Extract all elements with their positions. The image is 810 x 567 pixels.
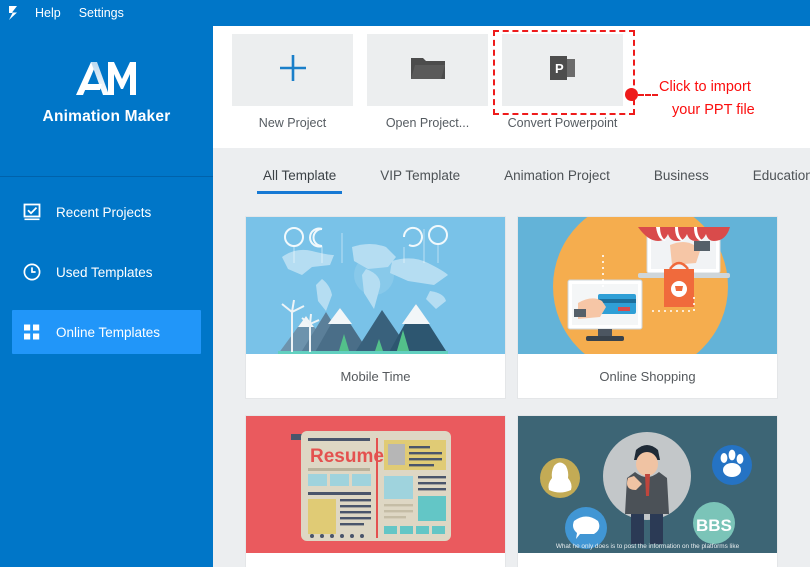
- action-label: Convert Powerpoint: [507, 116, 618, 130]
- brand: Animation Maker: [0, 58, 213, 126]
- svg-text:Resume: Resume: [310, 446, 384, 467]
- svg-text:BBS: BBS: [696, 516, 732, 535]
- brand-name: Animation Maker: [42, 108, 171, 125]
- action-label: New Project: [258, 116, 327, 130]
- template-card-social[interactable]: BBS What he only does is to post the inf…: [518, 416, 777, 567]
- folder-icon: [409, 52, 447, 89]
- template-row: Resume BBS What he only does is to post …: [246, 416, 810, 567]
- template-title: Mobile Time: [340, 368, 411, 384]
- clock-icon: [22, 261, 52, 283]
- brand-logo-icon: [0, 58, 213, 98]
- annotation-line-2: your PPT file: [672, 102, 755, 118]
- convert-powerpoint-action[interactable]: P Convert Powerpoint: [502, 34, 623, 130]
- sidebar-nav: Recent Projects Used Templates Online Te…: [0, 190, 213, 370]
- plus-icon: [275, 50, 311, 91]
- menu-item-settings[interactable]: Settings: [70, 0, 133, 26]
- template-title: Online Shopping: [599, 368, 696, 384]
- tab-vip-template[interactable]: VIP Template: [358, 148, 482, 202]
- tab-education[interactable]: Education: [731, 148, 810, 202]
- sidebar-item-used-templates[interactable]: Used Templates: [12, 250, 201, 294]
- sidebar-item-online-templates[interactable]: Online Templates: [12, 310, 201, 354]
- tab-animation-project[interactable]: Animation Project: [482, 148, 632, 202]
- tab-business[interactable]: Business: [632, 148, 731, 202]
- annotation-text: Click to import your PPT file: [659, 76, 755, 122]
- annotation-line-1: Click to import: [659, 79, 751, 95]
- svg-text:P: P: [555, 61, 564, 76]
- template-grid: Mobile Time Online Shopping Resume BBS W…: [213, 202, 810, 567]
- new-project-tile[interactable]: [232, 34, 353, 106]
- new-project-action[interactable]: New Project: [232, 34, 353, 130]
- template-thumbnail: BBS What he only does is to post the inf…: [518, 416, 777, 553]
- grid-squares-icon: [22, 321, 52, 343]
- sidebar-item-label: Used Templates: [56, 264, 153, 280]
- sidebar-item-label: Recent Projects: [56, 204, 152, 220]
- open-project-tile[interactable]: [367, 34, 488, 106]
- action-bar: New Project Open Project... P Convert Po…: [213, 26, 810, 148]
- template-title: [518, 553, 777, 567]
- checkbox-check-icon: [22, 201, 52, 223]
- action-label: Open Project...: [385, 116, 470, 130]
- sidebar-item-recent-projects[interactable]: Recent Projects: [12, 190, 201, 234]
- convert-powerpoint-tile[interactable]: P: [502, 34, 623, 106]
- main-content: New Project Open Project... P Convert Po…: [213, 26, 810, 567]
- template-thumbnail: [246, 217, 505, 354]
- open-project-action[interactable]: Open Project...: [367, 34, 488, 130]
- template-thumbnail: Resume: [246, 416, 505, 553]
- powerpoint-icon: P: [546, 52, 580, 89]
- template-thumbnail: [518, 217, 777, 354]
- tab-all-template[interactable]: All Template: [241, 148, 358, 202]
- sidebar-divider: [0, 176, 213, 177]
- template-title: [246, 553, 505, 567]
- template-row: Mobile Time Online Shopping: [246, 217, 810, 398]
- annotation-dot: [625, 88, 638, 101]
- flag-arrow-icon[interactable]: [0, 0, 26, 26]
- template-card-resume[interactable]: Resume: [246, 416, 505, 567]
- menu-item-help[interactable]: Help: [26, 0, 70, 26]
- menu-bar: Help Settings: [0, 0, 810, 26]
- sidebar-item-label: Online Templates: [56, 324, 161, 340]
- annotation-connector: [638, 94, 658, 96]
- template-caption: What he only does is to post the informa…: [555, 543, 740, 550]
- template-tabs: All Template VIP Template Animation Proj…: [213, 148, 810, 202]
- template-card-mobile-time[interactable]: Mobile Time: [246, 217, 505, 398]
- application-window: Animation Maker Recent Projects Used Tem…: [0, 0, 810, 567]
- template-card-online-shopping[interactable]: Online Shopping: [518, 217, 777, 398]
- sidebar: Animation Maker Recent Projects Used Tem…: [0, 0, 213, 567]
